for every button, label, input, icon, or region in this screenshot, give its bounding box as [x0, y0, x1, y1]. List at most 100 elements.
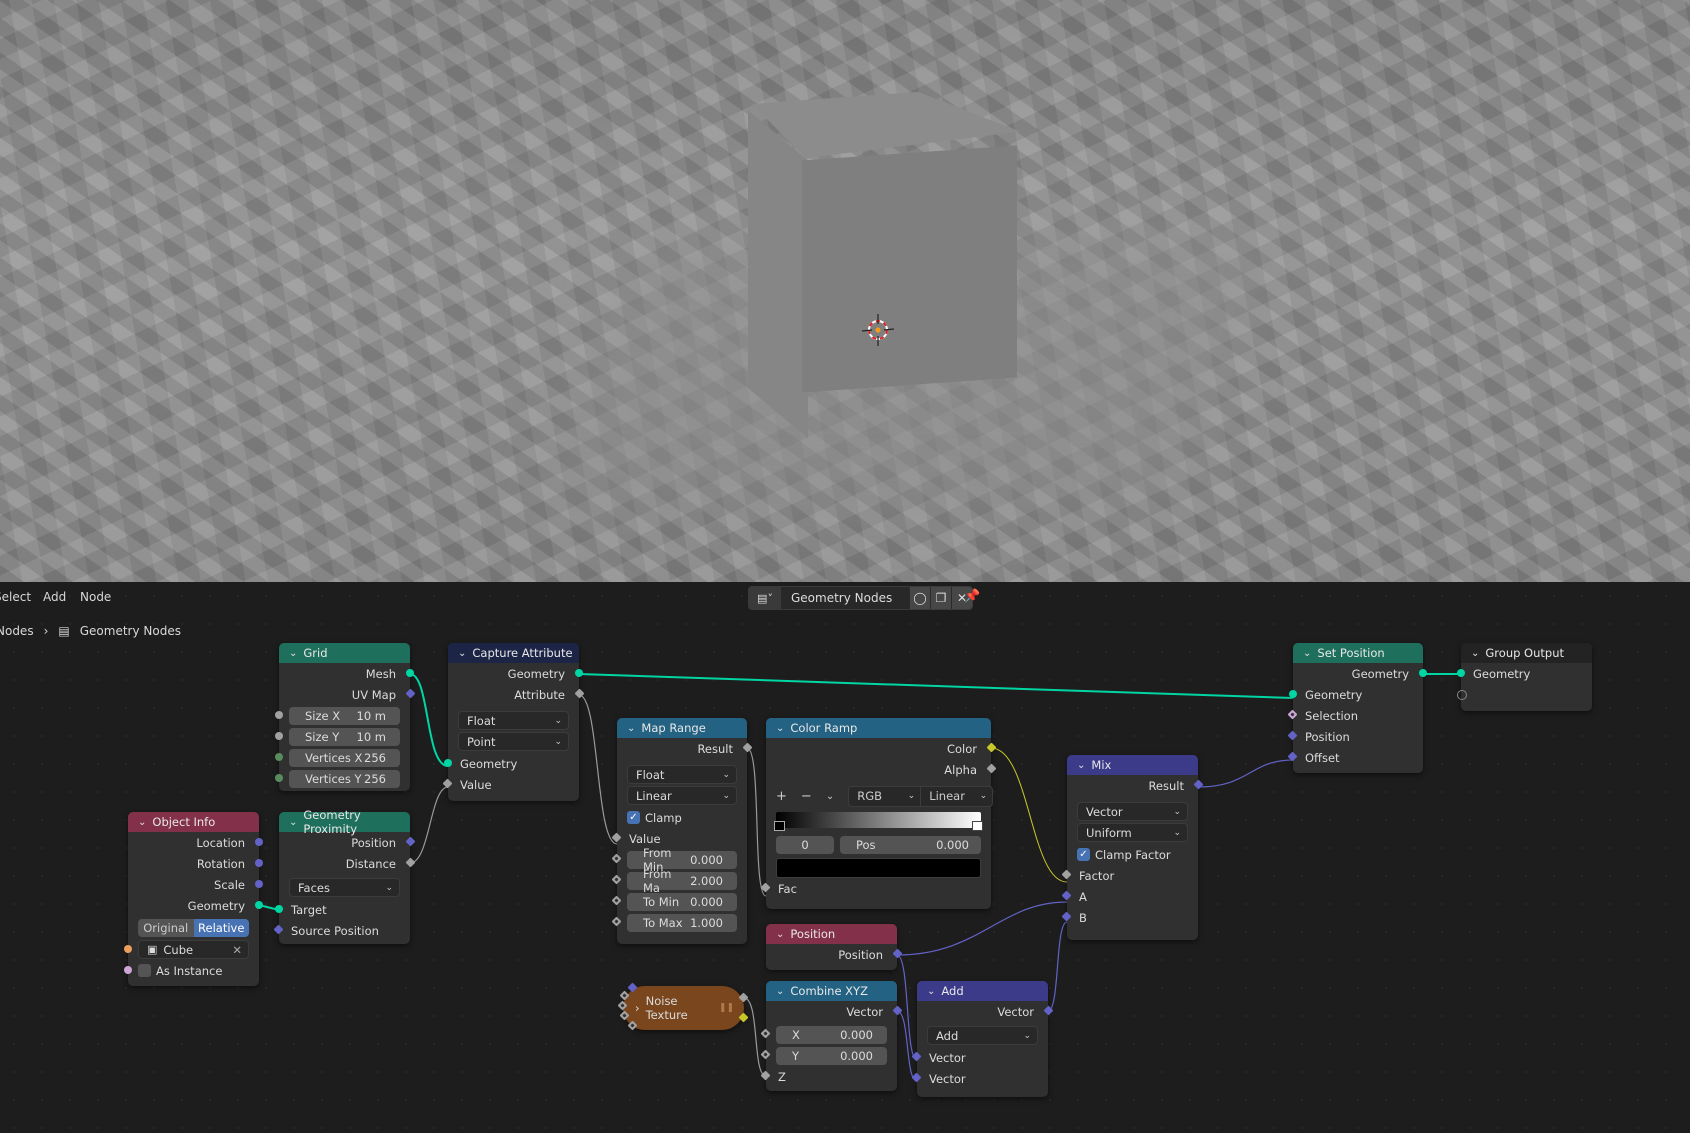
chevron-down-icon[interactable]: ⌄ [1471, 648, 1479, 659]
boolean-socket[interactable] [1287, 709, 1298, 720]
float-socket[interactable] [405, 857, 416, 868]
node-position[interactable]: ⌄ Position Position [766, 924, 903, 970]
vector-socket[interactable] [1061, 890, 1072, 901]
3d-viewport[interactable] [0, 0, 1690, 582]
add-stop-icon[interactable]: + [776, 789, 787, 804]
size-x-field[interactable]: Size X 10 m [289, 706, 400, 725]
float-socket[interactable] [742, 742, 753, 753]
vector-socket[interactable] [892, 948, 903, 959]
float-socket[interactable] [760, 1049, 771, 1060]
node-combine-xyz[interactable]: ⌄ Combine XYZ Vector X 0.000 Y 0.000 Z [760, 981, 903, 1091]
chevron-down-icon[interactable]: ⌄ [627, 723, 635, 734]
node-noise-texture[interactable]: › Noise Texture ❚❚ [617, 982, 749, 1031]
node-tree-icon[interactable]: ▤˅ [749, 587, 781, 609]
node-group-output[interactable]: ⌄ Group Output Geometry [1457, 643, 1592, 711]
empty-socket[interactable] [1457, 690, 1467, 700]
ramp-stop-black[interactable] [774, 821, 785, 831]
node-header[interactable]: ⌄ Mix [1067, 755, 1198, 775]
vector-socket[interactable] [1287, 730, 1298, 741]
float-socket[interactable] [617, 1000, 628, 1011]
clamp-factor-checkbox[interactable]: ✓ Clamp Factor [1067, 844, 1198, 865]
geometry-socket[interactable] [1289, 690, 1297, 698]
relative-option[interactable]: Relative [193, 919, 249, 937]
operation-dropdown[interactable]: Add ⌄ [927, 1026, 1038, 1045]
node-vector-add[interactable]: ⌄ Add Vector Add ⌄ Vector Vector [911, 981, 1054, 1097]
float-socket[interactable] [760, 1028, 771, 1039]
node-tree-selector[interactable]: ▤˅ Geometry Nodes ◯ ❐ ✕ [748, 586, 973, 610]
float-socket[interactable] [611, 895, 622, 906]
vector-socket[interactable] [1043, 1005, 1054, 1016]
node-header[interactable]: ⌄ Color Ramp [766, 718, 991, 738]
float-socket[interactable] [627, 1020, 638, 1031]
stop-position-field[interactable]: Pos 0.000 [840, 836, 981, 854]
vector-socket[interactable] [255, 859, 263, 867]
float-socket[interactable] [275, 711, 283, 719]
vector-socket[interactable] [1061, 911, 1072, 922]
vector-socket[interactable] [627, 982, 638, 993]
node-header[interactable]: ⌄ Map Range [617, 718, 747, 738]
vector-socket[interactable] [255, 880, 263, 888]
menu-add[interactable]: Add [43, 590, 66, 604]
float-socket[interactable] [760, 1070, 771, 1081]
float-socket[interactable] [619, 1010, 630, 1021]
node-header[interactable]: ⌄ Position [766, 924, 897, 944]
vector-socket[interactable] [911, 1051, 922, 1062]
target-element-dropdown[interactable]: Faces ⌄ [289, 878, 400, 897]
float-socket[interactable] [986, 763, 997, 774]
boolean-socket[interactable] [124, 966, 132, 974]
float-socket[interactable] [611, 916, 622, 927]
node-header[interactable]: ⌄ Add [917, 981, 1048, 1001]
geometry-socket[interactable] [255, 901, 263, 909]
float-socket[interactable] [611, 853, 622, 864]
original-option[interactable]: Original [138, 919, 194, 937]
interpolation-dropdown[interactable]: Linear ⌄ [627, 786, 737, 805]
node-grid[interactable]: ⌄ Grid Mesh UV Map Size X 10 m Size Y 10 m … [275, 643, 416, 791]
chevron-down-icon[interactable]: ⌄ [138, 817, 146, 828]
float-socket[interactable] [1061, 869, 1072, 880]
vertices-y-field[interactable]: Vertices Y 256 [289, 769, 400, 788]
node-tree-name[interactable]: Geometry Nodes [781, 587, 909, 609]
menu-node[interactable]: Node [80, 590, 111, 604]
ramp-stop-white[interactable] [972, 821, 983, 831]
factor-mode-dropdown[interactable]: Uniform ⌄ [1077, 823, 1188, 842]
node-header[interactable]: ⌄ Group Output [1461, 643, 1592, 663]
float-socket[interactable] [574, 688, 585, 699]
object-picker[interactable]: ▣ Cube ✕ [138, 940, 249, 959]
to-min-field[interactable]: To Min 0.000 [627, 892, 737, 911]
float-socket[interactable] [611, 832, 622, 843]
node-editor[interactable]: Select Add Node ▤˅ Geometry Nodes ◯ ❐ ✕ … [0, 582, 1690, 1133]
clamp-checkbox[interactable]: ✓ Clamp [617, 807, 747, 828]
chevron-down-icon[interactable]: ⌄ [776, 723, 784, 734]
vector-socket[interactable] [1193, 779, 1204, 790]
node-map-range[interactable]: ⌄ Map Range Result Float ⌄ Linear ⌄ ✓ Clamp … [611, 718, 753, 944]
node-geometry-proximity[interactable]: ⌄ Geometry Proximity Position Distance Fa… [273, 808, 416, 944]
chevron-right-icon[interactable]: › [635, 1001, 640, 1015]
chevron-down-icon[interactable]: ⌄ [458, 648, 466, 659]
node-header[interactable]: ⌄ Object Info [128, 812, 259, 832]
fac-socket[interactable] [738, 992, 749, 1003]
float-socket[interactable] [275, 732, 283, 740]
node-header[interactable]: ⌄ Combine XYZ [766, 981, 897, 1001]
vertices-x-field[interactable]: Vertices X 256 [289, 748, 400, 767]
node-set-position[interactable]: ⌄ Set Position Geometry Geometry Selectio… [1287, 643, 1427, 773]
as-instance-checkbox[interactable]: As Instance [128, 960, 222, 981]
geometry-socket[interactable] [275, 905, 283, 913]
chevron-down-icon[interactable]: ⌄ [776, 986, 784, 997]
geometry-socket[interactable] [444, 759, 452, 767]
float-socket[interactable] [442, 778, 453, 789]
geometry-socket[interactable] [1457, 669, 1465, 677]
menu-select[interactable]: Select [0, 590, 31, 604]
float-socket[interactable] [619, 990, 630, 1001]
chevron-down-icon[interactable]: ⌄ [289, 817, 297, 828]
vector-socket[interactable] [255, 838, 263, 846]
data-type-dropdown[interactable]: Float ⌄ [458, 711, 569, 730]
pin-icon[interactable]: 📌 [964, 589, 980, 604]
y-field[interactable]: Y 0.000 [776, 1046, 887, 1065]
geometry-socket[interactable] [1419, 669, 1427, 677]
color-mode-dropdown[interactable]: RGB ⌄ [849, 786, 922, 806]
size-y-field[interactable]: Size Y 10 m [289, 727, 400, 746]
data-type-dropdown[interactable]: Vector ⌄ [1077, 802, 1188, 821]
geometry-socket[interactable] [575, 669, 583, 677]
3d-cursor-icon[interactable] [862, 314, 894, 346]
chevron-down-icon[interactable]: ⌄ [826, 791, 834, 802]
